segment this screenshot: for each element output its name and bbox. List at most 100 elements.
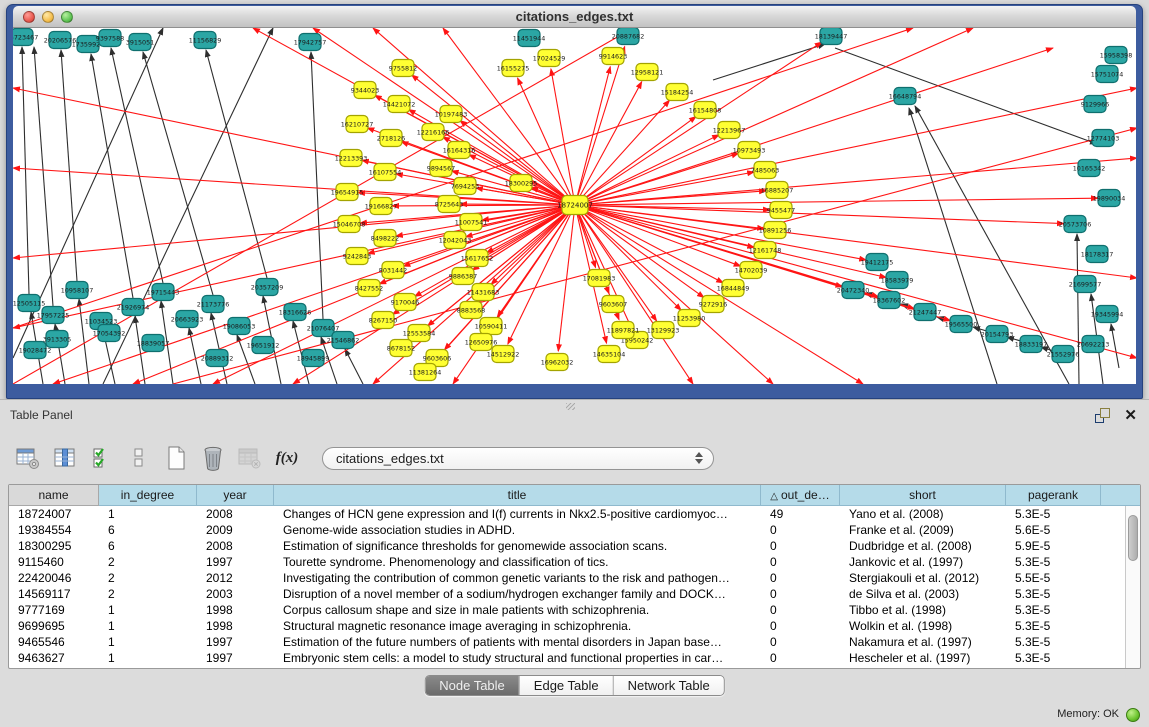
graph-node[interactable]: 11156829 bbox=[189, 32, 222, 49]
graph-node[interactable]: 11451944 bbox=[513, 30, 546, 47]
table-cell[interactable]: 5.5E-5 bbox=[1006, 570, 1101, 586]
panel-resize-handle[interactable] bbox=[566, 403, 575, 410]
graph-node[interactable]: 16885207 bbox=[761, 182, 794, 199]
delete-column-icon[interactable] bbox=[199, 444, 227, 472]
graph-node[interactable]: 19412175 bbox=[861, 254, 894, 271]
row-height-icon[interactable] bbox=[125, 444, 153, 472]
graph-node[interactable]: 16648794 bbox=[889, 88, 922, 105]
table-cell[interactable]: 1998 bbox=[197, 602, 274, 618]
graph-node[interactable]: 10165342 bbox=[1073, 160, 1106, 177]
table-cell[interactable]: Embryonic stem cells: a model to study s… bbox=[274, 650, 761, 666]
graph-node[interactable]: 10958107 bbox=[61, 282, 94, 299]
graph-node[interactable]: 8678152 bbox=[387, 340, 415, 357]
graph-node[interactable]: 9272916 bbox=[699, 296, 727, 313]
memory-status-icon[interactable] bbox=[1126, 708, 1140, 722]
table-cell[interactable]: 19384554 bbox=[9, 522, 99, 538]
float-panel-icon[interactable] bbox=[1095, 408, 1110, 423]
table-cell[interactable]: 2 bbox=[99, 586, 197, 602]
table-cell[interactable]: 0 bbox=[761, 586, 840, 602]
table-cell[interactable]: Franke et al. (2009) bbox=[840, 522, 1006, 538]
new-table-icon[interactable] bbox=[162, 444, 190, 472]
graph-node[interactable]: 8883568 bbox=[457, 302, 485, 319]
table-cell[interactable]: 2 bbox=[99, 570, 197, 586]
graph-node[interactable]: 18316626 bbox=[279, 304, 312, 321]
graph-node[interactable]: 15723467 bbox=[13, 29, 38, 46]
table-cell[interactable]: 5.9E-5 bbox=[1006, 538, 1101, 554]
table-cell[interactable]: 1 bbox=[99, 506, 197, 522]
graph-node[interactable]: 16154808 bbox=[689, 102, 722, 119]
graph-node[interactable]: 19345994 bbox=[1091, 306, 1124, 323]
graph-node[interactable]: 21247447 bbox=[909, 304, 942, 321]
table-cell[interactable]: 1 bbox=[99, 602, 197, 618]
graph-node[interactable]: 19565500 bbox=[945, 316, 978, 333]
table-cell[interactable]: 1997 bbox=[197, 634, 274, 650]
table-cell[interactable]: 18724007 bbox=[9, 506, 99, 522]
table-cell[interactable]: Tibbo et al. (1998) bbox=[840, 602, 1006, 618]
table-row[interactable]: 1938455462009Genome-wide association stu… bbox=[9, 522, 1140, 538]
table-row[interactable]: 911546021997Tourette syndrome. Phenomeno… bbox=[9, 554, 1140, 570]
table-row[interactable]: 946362711997Embryonic stem cells: a mode… bbox=[9, 650, 1140, 666]
tab-network-table[interactable]: Network Table bbox=[613, 676, 724, 695]
graph-node[interactable]: 20663923 bbox=[171, 311, 204, 328]
graph-node[interactable]: 10891256 bbox=[759, 222, 792, 239]
table-cell[interactable]: Estimation of the future numbers of pati… bbox=[274, 634, 761, 650]
column-header-short[interactable]: short bbox=[840, 485, 1006, 506]
graph-node[interactable]: 18724007 bbox=[557, 196, 593, 215]
table-cell[interactable]: Nakamura et al. (1997) bbox=[840, 634, 1006, 650]
graph-node[interactable]: 20887682 bbox=[612, 28, 645, 45]
graph-node[interactable]: 12958121 bbox=[631, 64, 664, 81]
table-row[interactable]: 1872400712008Changes of HCN gene express… bbox=[9, 506, 1140, 522]
table-cell[interactable]: Dudbridge et al. (2008) bbox=[840, 538, 1006, 554]
function-builder-icon[interactable]: f(x) bbox=[273, 444, 301, 472]
table-cell[interactable]: 0 bbox=[761, 650, 840, 666]
table-cell[interactable]: 9699695 bbox=[9, 618, 99, 634]
table-cell[interactable]: 22420046 bbox=[9, 570, 99, 586]
table-cell[interactable]: Changes of HCN gene expression and I(f) … bbox=[274, 506, 761, 522]
graph-node[interactable]: 17081983 bbox=[583, 270, 616, 287]
table-vertical-scrollbar[interactable] bbox=[1125, 506, 1140, 668]
graph-node[interactable]: 3913305 bbox=[43, 331, 71, 348]
graph-node[interactable]: 10590411 bbox=[475, 318, 508, 335]
column-header-name[interactable]: name bbox=[9, 485, 99, 506]
table-cell[interactable]: Disruption of a novel member of a sodium… bbox=[274, 586, 761, 602]
column-header-out_de[interactable]: △out_de… bbox=[761, 485, 840, 506]
graph-node[interactable]: 9344023 bbox=[351, 82, 379, 99]
table-cell[interactable]: 5.6E-5 bbox=[1006, 522, 1101, 538]
table-cell[interactable]: 6 bbox=[99, 522, 197, 538]
graph-node[interactable]: 8267150 bbox=[369, 312, 397, 329]
table-cell[interactable]: Tourette syndrome. Phenomenology and cla… bbox=[274, 554, 761, 570]
table-cell[interactable]: 49 bbox=[761, 506, 840, 522]
graph-node[interactable]: 18178317 bbox=[1081, 246, 1114, 263]
table-cell[interactable]: 0 bbox=[761, 554, 840, 570]
graph-node[interactable]: 9894567 bbox=[427, 160, 455, 177]
graph-node[interactable]: 17957225 bbox=[37, 307, 70, 324]
table-cell[interactable]: 0 bbox=[761, 634, 840, 650]
graph-node[interactable]: 15751074 bbox=[1091, 66, 1124, 83]
table-cell[interactable]: 5.3E-5 bbox=[1006, 506, 1101, 522]
table-cell[interactable]: Jankovic et al. (1997) bbox=[840, 554, 1006, 570]
graph-node[interactable]: 9755812 bbox=[389, 60, 417, 77]
table-settings-icon[interactable] bbox=[14, 444, 42, 472]
graph-node[interactable]: 17942757 bbox=[294, 34, 327, 51]
graph-node[interactable]: 10197483 bbox=[435, 106, 468, 123]
table-cell[interactable]: Genome-wide association studies in ADHD. bbox=[274, 522, 761, 538]
table-cell[interactable]: Wolkin et al. (1998) bbox=[840, 618, 1006, 634]
graph-node[interactable]: 18839057 bbox=[137, 335, 170, 352]
network-window-titlebar[interactable]: citations_edges.txt bbox=[13, 6, 1136, 28]
table-cell[interactable]: 0 bbox=[761, 570, 840, 586]
table-cell[interactable]: 1 bbox=[99, 634, 197, 650]
graph-node[interactable]: 20889312 bbox=[201, 350, 234, 367]
graph-node[interactable]: 8498222 bbox=[371, 230, 399, 247]
graph-node[interactable]: 16210727 bbox=[341, 116, 374, 133]
graph-node[interactable]: 9397588 bbox=[96, 30, 124, 47]
graph-node[interactable]: 21173776 bbox=[197, 296, 230, 313]
table-row[interactable]: 946554611997Estimation of the future num… bbox=[9, 634, 1140, 650]
graph-node[interactable]: 8725643 bbox=[435, 196, 463, 213]
graph-node[interactable]: 9886387 bbox=[449, 268, 477, 285]
table-cell[interactable]: 2008 bbox=[197, 538, 274, 554]
graph-node[interactable]: 16155275 bbox=[497, 60, 530, 77]
table-cell[interactable]: Corpus callosum shape and size in male p… bbox=[274, 602, 761, 618]
network-window[interactable]: citations_edges.txt 97558129344023144210… bbox=[6, 4, 1143, 399]
zoom-window-icon[interactable] bbox=[61, 11, 73, 23]
graph-node[interactable]: 12161748 bbox=[749, 242, 782, 259]
